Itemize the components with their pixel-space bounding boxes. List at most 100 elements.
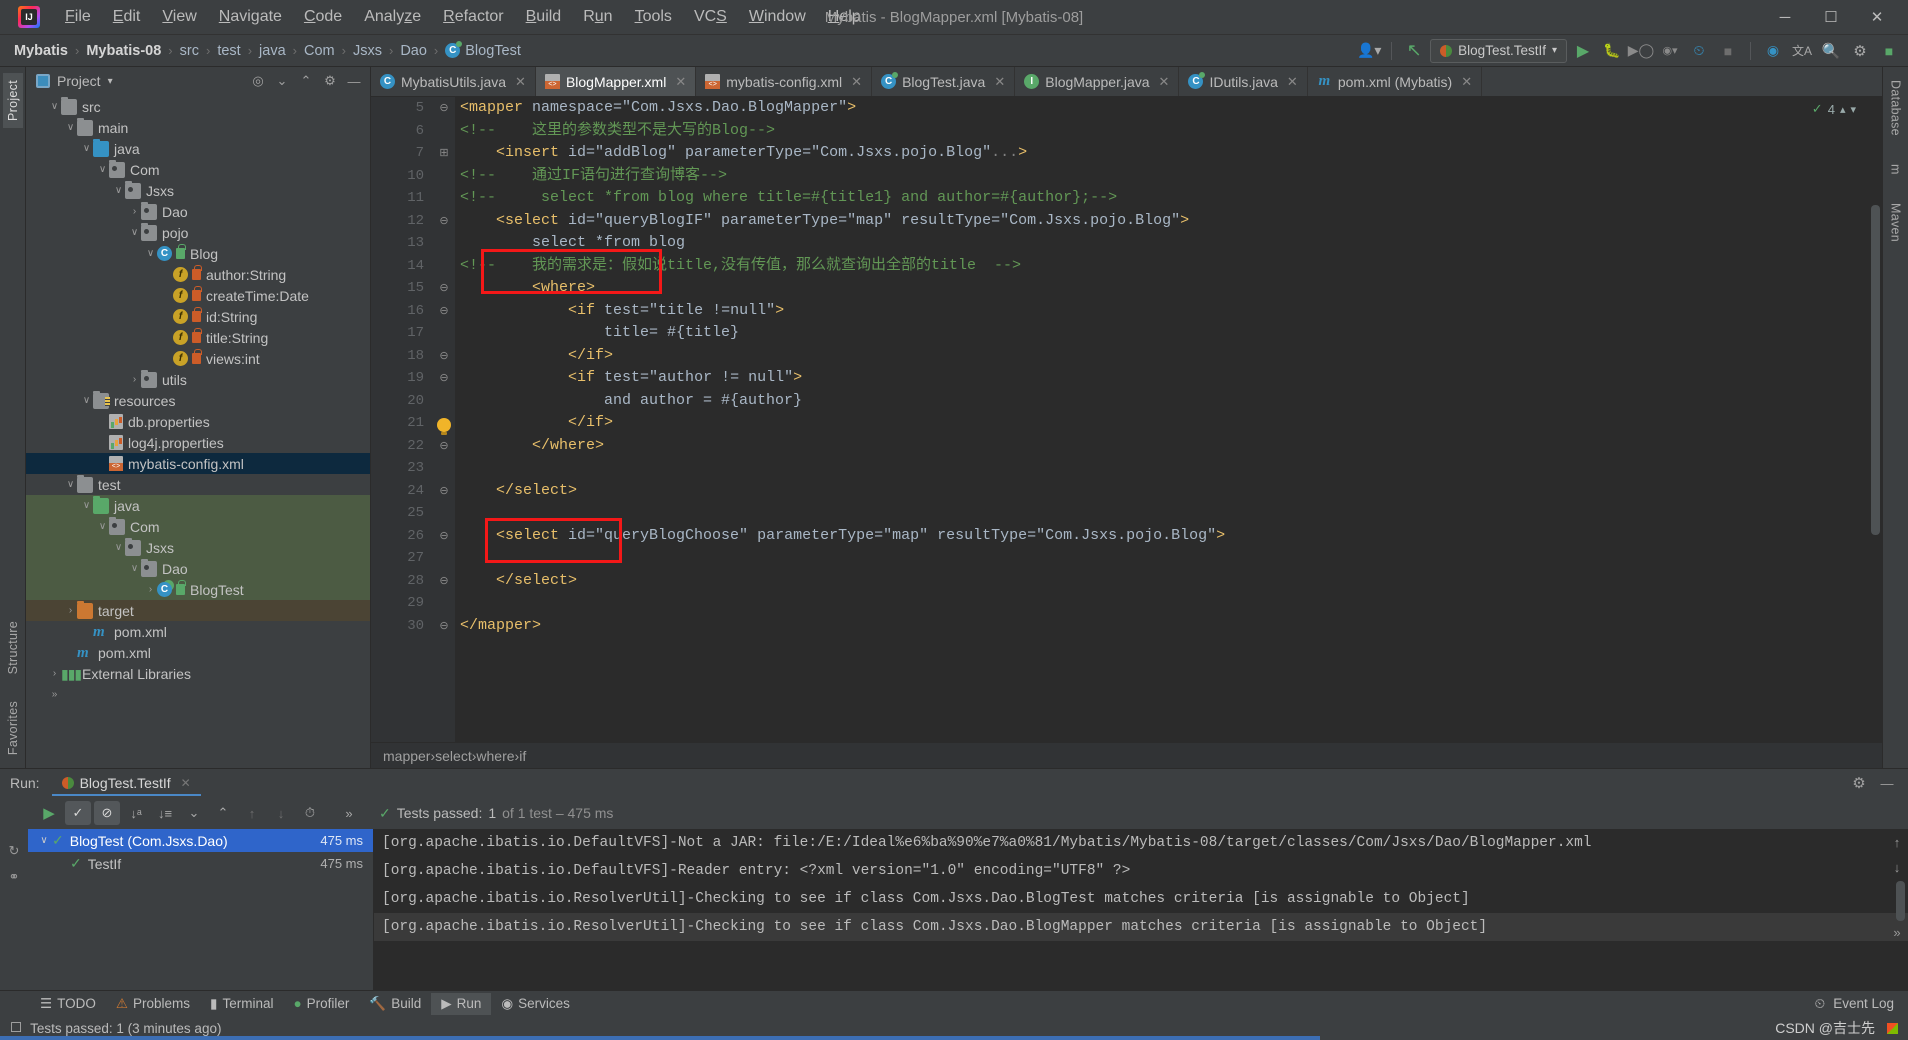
menu-window[interactable]: Window [738, 4, 817, 30]
close-icon[interactable]: ✕ [515, 74, 526, 90]
fold-marker[interactable]: ⊖ [433, 345, 455, 368]
collapse-all-icon[interactable]: ⌃ [210, 801, 236, 825]
chevron-down-icon[interactable]: ∨ [80, 143, 93, 154]
tree-node-pom-xml[interactable]: m pom.xml [26, 642, 370, 663]
tree-node-dao[interactable]: ∨ Dao [26, 558, 370, 579]
chevron-down-icon[interactable]: ∨ [112, 542, 125, 553]
expand-all-icon[interactable]: ⌄ [271, 70, 293, 92]
tree-node-pojo[interactable]: ∨ pojo [26, 222, 370, 243]
code-line[interactable]: <insert id="addBlog" parameterType="Com.… [455, 142, 1882, 165]
run-tab-blogtest-testif[interactable]: BlogTest.TestIf ✕ [51, 771, 201, 796]
fold-marker[interactable]: ⊖ [433, 277, 455, 300]
console-output[interactable]: [org.apache.ibatis.io.DefaultVFS]-Not a … [373, 829, 1908, 990]
menu-navigate[interactable]: Navigate [208, 4, 293, 30]
tree-node-mybatis-config-xml[interactable]: mybatis-config.xml [26, 453, 370, 474]
editor-tab-mybatis-config-xml[interactable]: mybatis-config.xml ✕ [696, 67, 873, 96]
code-line[interactable]: </if> [455, 412, 1882, 435]
code-line[interactable]: </where> [455, 435, 1882, 458]
menu-vcs[interactable]: VCS [683, 4, 738, 30]
bc-if[interactable]: if [519, 748, 526, 764]
fold-marker[interactable]: ⊖ [433, 300, 455, 323]
chevron-right-icon[interactable]: › [128, 374, 141, 385]
update-project-icon[interactable]: ↖ [1401, 39, 1427, 63]
profiler-button[interactable]: ◉▾ [1657, 39, 1683, 63]
tree-node-title-string[interactable]: f title:String [26, 327, 370, 348]
code-line[interactable] [455, 592, 1882, 615]
chevron-down-icon[interactable]: ∨ [80, 500, 93, 511]
code-line[interactable]: <where> [455, 277, 1882, 300]
chevron-down-icon[interactable]: ∨ [112, 185, 125, 196]
breadcrumb-mybatis-08[interactable]: Mybatis-08 [86, 43, 161, 59]
rerun-failed-icon[interactable]: ↻ [9, 843, 20, 859]
run-side-toolbar[interactable]: ↻ ⚭ [0, 797, 28, 990]
close-icon[interactable]: ✕ [1159, 74, 1170, 90]
next-test-icon[interactable]: ↓ [268, 801, 294, 825]
chevron-down-icon[interactable]: ▾ [1850, 103, 1856, 116]
rerun-icon[interactable]: ▶ [36, 801, 62, 825]
layout-icon[interactable]: ☐ [10, 1020, 22, 1036]
more-run-icon[interactable]: ⏲ [1686, 39, 1712, 63]
fold-marker[interactable]: ⊖ [433, 525, 455, 548]
fold-marker[interactable]: ⊖ [433, 97, 455, 120]
tree-node-java[interactable]: ∨ java [26, 495, 370, 516]
tree-node-views-int[interactable]: f views:int [26, 348, 370, 369]
close-icon[interactable]: ✕ [675, 74, 686, 90]
gear-icon[interactable]: ⚙ [1847, 39, 1873, 63]
tool-window-todo[interactable]: ☰ TODO [30, 993, 106, 1015]
close-icon[interactable]: ✕ [1461, 74, 1472, 90]
bc-mapper[interactable]: mapper [383, 748, 430, 764]
minimize-button[interactable]: ─ [1762, 0, 1808, 34]
tree-node-more[interactable]: » [26, 684, 370, 705]
code-line[interactable]: <!-- 通过IF语句进行查询博客--> [455, 165, 1882, 188]
fold-marker[interactable]: ⊖ [433, 615, 455, 638]
updates-icon[interactable]: ◉ [1760, 39, 1786, 63]
editor-tab-blogmapper-xml[interactable]: BlogMapper.xml ✕ [535, 67, 697, 96]
chevron-right-icon[interactable]: › [144, 584, 157, 595]
toggle-auto-test-icon[interactable]: ⚭ [9, 869, 20, 885]
tool-tab-maven[interactable]: Maven [1886, 196, 1906, 249]
tree-node-external-libraries[interactable]: › ▮▮▮ External Libraries [26, 663, 370, 684]
translate-icon[interactable]: 文A [1789, 39, 1815, 63]
code-line[interactable]: <if test="title !=null"> [455, 300, 1882, 323]
scroll-down-icon[interactable]: ↓ [1894, 860, 1901, 875]
sort-duration-icon[interactable]: ↓≡ [152, 801, 178, 825]
tool-window-build[interactable]: 🔨 Build [359, 993, 431, 1015]
editor-tab-idutils-java[interactable]: C IDutils.java ✕ [1179, 67, 1308, 96]
breadcrumb-java[interactable]: java [259, 43, 286, 59]
code-line[interactable]: </select> [455, 480, 1882, 503]
chevron-down-icon[interactable]: ∨ [80, 395, 93, 406]
plugin-icon[interactable]: ■ [1876, 39, 1902, 63]
tree-node-src[interactable]: ∨ src [26, 96, 370, 117]
chevron-down-icon[interactable]: ▾ [108, 76, 113, 87]
tree-node-target[interactable]: › target [26, 600, 370, 621]
tree-node-utils[interactable]: › utils [26, 369, 370, 390]
breadcrumb-jsxs[interactable]: Jsxs [353, 43, 382, 59]
chevron-up-icon[interactable]: ▴ [1840, 103, 1846, 116]
hide-icon[interactable]: — [343, 70, 365, 92]
search-everywhere-icon[interactable]: 🔍 [1818, 39, 1844, 63]
tool-tab-favorites[interactable]: Favorites [3, 694, 23, 762]
menu-file[interactable]: File [54, 4, 102, 30]
editor-tab-blogtest-java[interactable]: C BlogTest.java ✕ [872, 67, 1016, 96]
window-controls[interactable]: ─ ☐ ✕ [1762, 0, 1908, 34]
tool-window-problems[interactable]: ⚠ Problems [106, 993, 200, 1015]
left-tool-strip[interactable]: Project Structure Favorites [0, 67, 26, 768]
close-button[interactable]: ✕ [1854, 0, 1900, 34]
chevron-down-icon[interactable]: ∨ [36, 835, 52, 846]
run-panel-header-actions[interactable]: ⚙ — [1848, 772, 1908, 794]
fold-marker[interactable]: ⊖ [433, 570, 455, 593]
code-line[interactable]: <mapper namespace="Com.Jsxs.Dao.BlogMapp… [455, 97, 1882, 120]
tool-window-bar[interactable]: ☰ TODO ⚠ Problems ▮ Terminal ● Profiler … [0, 990, 1908, 1016]
chevron-down-icon[interactable]: ∨ [128, 563, 141, 574]
menu-run[interactable]: Run [572, 4, 623, 30]
code-line[interactable]: title= #{title} [455, 322, 1882, 345]
test-results-tree[interactable]: ∨ ✓ BlogTest (Com.Jsxs.Dao) 475 ms ✓ TestIf 4… [28, 829, 373, 990]
menu-bar[interactable]: File Edit View Navigate Code Analyze Ref… [54, 4, 872, 30]
code-line[interactable]: <if test="author != null"> [455, 367, 1882, 390]
code-line[interactable]: select *from blog [455, 232, 1882, 255]
tool-window-services[interactable]: ◉ Services [491, 993, 580, 1015]
tool-tab-project[interactable]: Project [2, 73, 23, 129]
inspection-widget[interactable]: ✓ 4 ▴ ▾ [1812, 101, 1856, 117]
gear-icon[interactable]: ⚙ [319, 70, 341, 92]
chevron-down-icon[interactable]: ∨ [96, 164, 109, 175]
